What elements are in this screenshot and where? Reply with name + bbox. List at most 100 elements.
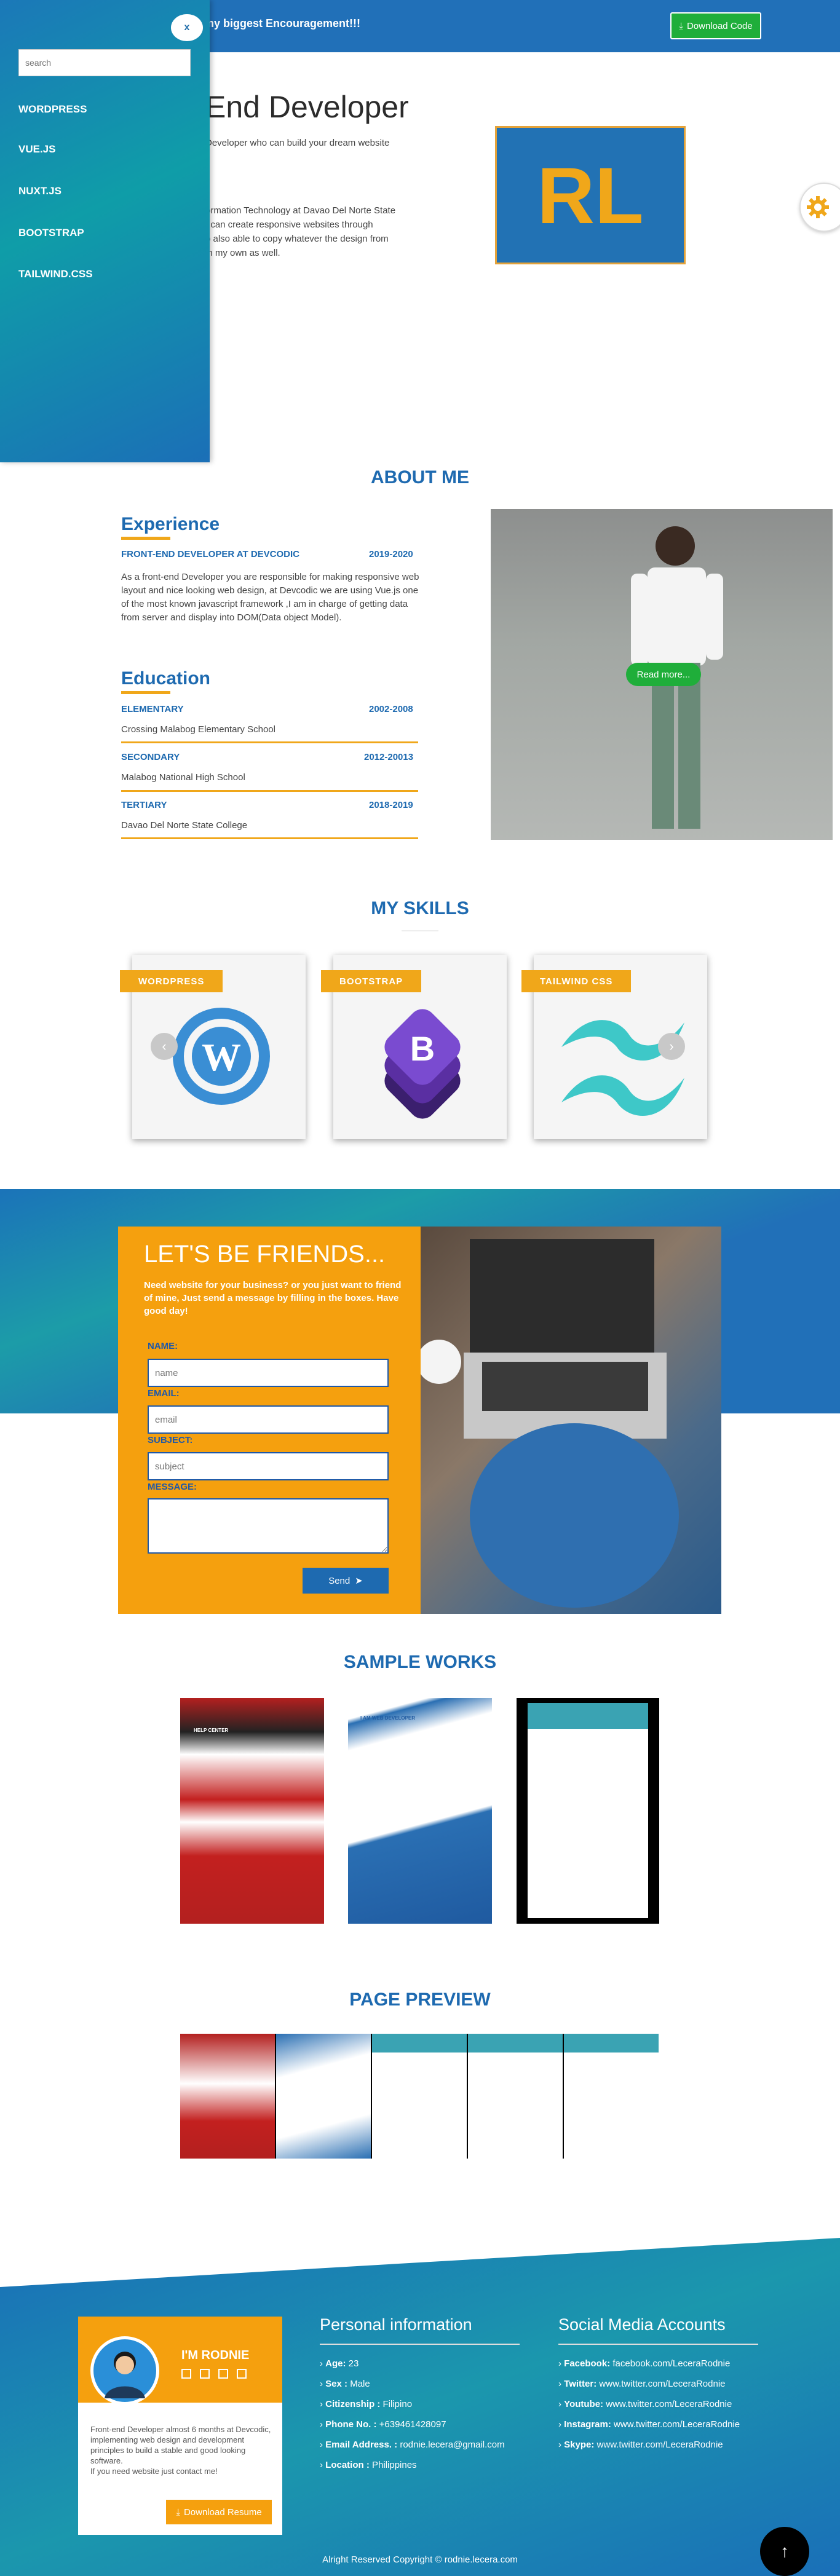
gear-icon [807, 196, 829, 218]
info-row-phone: › Phone No. : +639461428097 [320, 2419, 446, 2430]
social-row-instagram[interactable]: › Instagram: www.twitter.com/LeceraRodni… [558, 2419, 740, 2431]
top-bar-message: my biggest Encouragement!!! [204, 17, 361, 30]
resume-page [528, 1703, 648, 1918]
sidebar-item-vuejs[interactable]: VUE.JS [18, 143, 55, 156]
education-years: 2012-20013 [364, 752, 414, 762]
name-label: NAME: [148, 1341, 178, 1351]
name-field[interactable] [148, 1359, 389, 1387]
user-icon [105, 2352, 145, 2398]
sidebar-item-nuxtjs[interactable]: NUXT.JS [18, 185, 61, 197]
heading-underline [121, 691, 170, 694]
personal-info-list: › Age: 23 › Sex : Male › Citizenship : F… [320, 2358, 505, 2471]
experience-heading: Experience [121, 514, 220, 534]
send-button[interactable]: Send ➤ [303, 1568, 389, 1594]
laptop-photo [417, 1227, 721, 1614]
skill-tag: WORDPRESS [120, 970, 223, 992]
settings-toggle[interactable] [799, 183, 840, 232]
message-field[interactable] [148, 1498, 389, 1554]
preview-strip [180, 2034, 659, 2159]
divider [121, 837, 418, 839]
preview-thumbnail[interactable] [372, 2034, 467, 2159]
avatar [90, 2336, 159, 2405]
sidebar-item-tailwind[interactable]: TAILWIND.CSS [18, 268, 93, 280]
info-row-location: › Location : Philippines [320, 2460, 417, 2470]
sidebar-item-wordpress[interactable]: WORDPRESS [18, 103, 87, 116]
hero-text-line: Developer who can build your dream websi… [205, 138, 390, 148]
skill-card-bootstrap[interactable]: BOOTSTRAP B [321, 955, 507, 1139]
divider [558, 2344, 758, 2345]
sample-work-thumbnail[interactable]: I AM WEB DEVELOPER [348, 1698, 492, 1924]
sample-work-thumbnail[interactable] [517, 1698, 659, 1924]
experience-years: 2019-2020 [369, 549, 413, 559]
profile-description-text: Front-end Developer almost 6 months at D… [90, 2425, 271, 2465]
svg-text:B: B [410, 1029, 435, 1068]
divider [320, 2344, 520, 2345]
chevron-right-icon: › [669, 1038, 674, 1054]
search-input[interactable] [18, 49, 191, 76]
paper-plane-icon: ➤ [355, 1576, 363, 1586]
email-label: EMAIL: [148, 1388, 180, 1399]
page-preview-title: PAGE PREVIEW [349, 1989, 491, 2010]
social-title: Social Media Accounts [558, 2315, 726, 2334]
education-school: Crossing Malabog Elementary School [121, 724, 275, 735]
laptop-illustration [417, 1239, 679, 1608]
twitter-icon[interactable] [200, 2369, 210, 2379]
education-level: SECONDARY [121, 752, 180, 762]
profile-card: I'M RODNIE Front-end Developer almost 6 … [78, 2317, 282, 2535]
divider [402, 930, 438, 931]
profile-contact-note: If you need website just contact me! [90, 2467, 218, 2476]
tailwind-icon [561, 1020, 684, 1116]
profile-card-header: I'M RODNIE [78, 2317, 282, 2405]
education-heading: Education [121, 668, 211, 689]
download-code-button[interactable]: ⤓ Download Code [670, 12, 761, 39]
instagram-icon[interactable] [218, 2369, 228, 2379]
education-school: Davao Del Norte State College [121, 820, 248, 831]
education-school: Malabog National High School [121, 772, 245, 783]
skill-tag: BOOTSTRAP [321, 970, 422, 992]
subject-label: SUBJECT: [148, 1435, 193, 1445]
education-level: TERTIARY [121, 800, 167, 810]
hero-text-line: I can create responsive websites through [205, 219, 373, 230]
education-years: 2018-2019 [369, 800, 413, 810]
heading-underline [121, 537, 170, 540]
download-icon: ⤓ [176, 2507, 180, 2518]
about-title: ABOUT ME [371, 467, 469, 488]
carousel-prev-button[interactable]: ‹ [151, 1033, 178, 1060]
thumbnail-caption: I AM WEB DEVELOPER [360, 1715, 416, 1721]
email-field[interactable] [148, 1405, 389, 1434]
youtube-icon[interactable] [237, 2369, 247, 2379]
social-row-skype[interactable]: › Skype: www.twitter.com/LeceraRodnie [558, 2439, 740, 2451]
svg-text:W: W [202, 1035, 241, 1079]
sidebar: x WORDPRESS VUE.JS NUXT.JS BOOTSTRAP TAI… [0, 0, 210, 462]
hero-text-line: o also able to copy whatever the design … [205, 234, 389, 244]
preview-thumbnail[interactable] [276, 2034, 371, 2159]
preview-thumbnail[interactable] [180, 2034, 275, 2159]
profile-description: Front-end Developer almost 6 months at D… [90, 2424, 275, 2476]
close-sidebar-button[interactable]: x [171, 14, 203, 41]
facebook-icon[interactable] [181, 2369, 191, 2379]
subject-field[interactable] [148, 1452, 389, 1480]
message-label: MESSAGE: [148, 1482, 197, 1492]
back-to-top-button[interactable]: ↑ [760, 2527, 809, 2576]
experience-role: FRONT-END DEVELOPER AT DEVCODIC [121, 549, 300, 559]
hero-title: End Developer [205, 90, 409, 124]
read-more-button[interactable]: Read more... [626, 663, 701, 686]
wordpress-icon: W [173, 1008, 270, 1105]
social-row-youtube[interactable]: › Youtube: www.twitter.com/LeceraRodnie [558, 2398, 740, 2411]
sidebar-item-bootstrap[interactable]: BOOTSTRAP [18, 227, 84, 239]
preview-thumbnail[interactable] [468, 2034, 563, 2159]
skill-tag: TAILWIND CSS [521, 970, 632, 992]
download-icon: ⤓ [679, 20, 683, 31]
carousel-next-button[interactable]: › [658, 1033, 685, 1060]
info-row-sex: › Sex : Male [320, 2379, 370, 2389]
personal-info-title: Personal information [320, 2315, 472, 2334]
social-row-facebook[interactable]: › Facebook: facebook.com/LeceraRodnie [558, 2358, 740, 2370]
education-years: 2002-2008 [369, 704, 413, 714]
contact-subtitle: Need website for your business? or you j… [144, 1280, 402, 1316]
hero-text-line: in my own as well. [205, 248, 280, 258]
social-row-twitter[interactable]: › Twitter: www.twitter.com/LeceraRodnie [558, 2378, 740, 2390]
bootstrap-icon: B [384, 1009, 461, 1119]
preview-thumbnail[interactable] [564, 2034, 659, 2159]
download-resume-button[interactable]: ⤓ Download Resume [166, 2500, 272, 2524]
sample-work-thumbnail[interactable]: HELP CENTER [180, 1698, 324, 1924]
